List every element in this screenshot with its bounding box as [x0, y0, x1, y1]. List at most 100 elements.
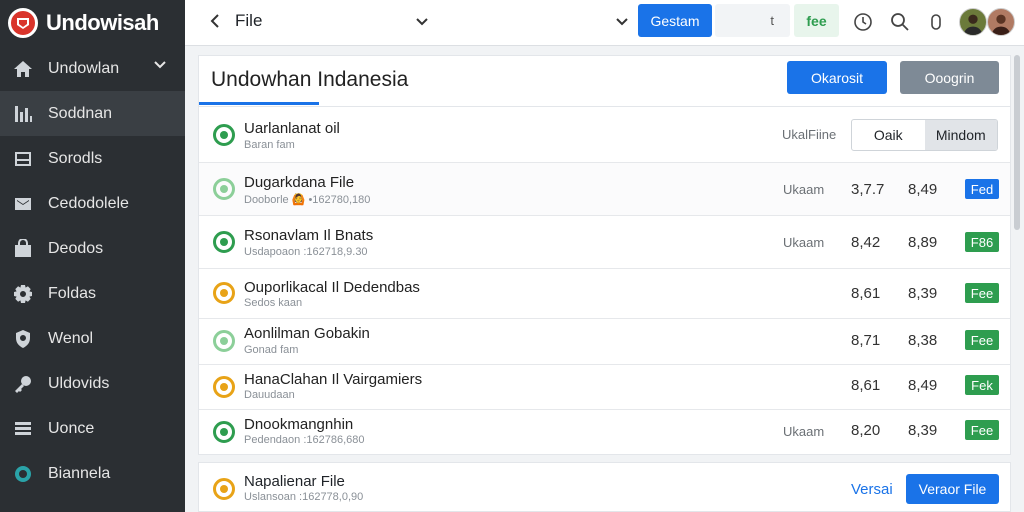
avatar[interactable] — [987, 8, 1015, 36]
sidebar-item-0[interactable]: Undowlan — [0, 46, 185, 91]
row-status: Ukaam — [783, 424, 825, 439]
versai-link[interactable]: Versai — [851, 481, 893, 498]
row-name: HanaClahan Il Vairgamiers — [244, 371, 423, 388]
inbox-icon — [12, 148, 34, 170]
circle-icon — [12, 463, 34, 485]
back-arrow-icon[interactable] — [207, 12, 225, 30]
ooogrin-button[interactable]: Ooogrin — [900, 61, 999, 94]
table-row[interactable]: Uarlanlanat oil Baran fam UkalFiine Oaik… — [199, 108, 1010, 163]
row-value-2: 8,39 — [908, 285, 938, 302]
status-dot-icon — [213, 178, 235, 200]
table-row[interactable]: Ouporlikacal Il Dedendbas Sedos kaan 8,6… — [199, 269, 1010, 319]
row-value-1: 8,61 — [851, 285, 881, 302]
sidebar-item-label: Uonce — [48, 419, 95, 437]
chevron-down-icon[interactable] — [615, 15, 629, 29]
row-sub: Sedos kaan — [244, 297, 303, 309]
sidebar-item-2[interactable]: Sorodls — [0, 136, 185, 181]
main-panel: Undowhan Indanesia Okarosit Ooogrin Uarl… — [198, 55, 1011, 455]
fee-badge[interactable]: Fek — [965, 375, 999, 395]
status-dot-icon — [213, 282, 235, 304]
chevron-down-icon — [154, 61, 166, 69]
active-tab-indicator — [199, 102, 319, 105]
status-dot-icon — [213, 330, 235, 352]
toggle-left[interactable]: Oaik — [852, 120, 925, 150]
fee-badge[interactable]: Fee — [965, 420, 999, 440]
row-name: Rsonavlam Il Bnats — [244, 227, 374, 244]
topbar: File Gestam t fee — [185, 0, 1024, 46]
row-value-1: 8,42 — [851, 234, 881, 251]
row-status: UkalFiine — [782, 127, 837, 142]
table-row[interactable]: HanaClahan Il Vairgamiers Dauudaan 8,61 … — [199, 365, 1010, 410]
veraor-file-button[interactable]: Veraor File — [906, 474, 999, 504]
sidebar-item-8[interactable]: Uonce — [0, 406, 185, 451]
divider — [199, 106, 1010, 107]
sidebar-item-5[interactable]: Foldas — [0, 271, 185, 316]
row-sub: Dooborle 🙆 •162780,180 — [244, 194, 371, 206]
fee-badge[interactable]: Fee — [965, 330, 999, 350]
row-status: Ukaam — [783, 182, 825, 197]
chevron-down-icon[interactable] — [415, 15, 429, 29]
sidebar-item-3[interactable]: Cedodolele — [0, 181, 185, 226]
table-row[interactable]: Dnookmangnhin Pedendaon :162786,680 Ukaa… — [199, 410, 1010, 455]
row-sub: Usdapoaon :162718,9.30 — [244, 246, 368, 258]
row-sub: Baran fam — [244, 139, 295, 151]
status-dot-icon — [213, 376, 235, 398]
row-name: Aonlilman Gobakin — [244, 325, 370, 342]
row-value-1: 8,71 — [851, 332, 881, 349]
chart-icon — [12, 103, 34, 125]
segment-control[interactable]: t — [715, 4, 790, 37]
avatar[interactable] — [959, 8, 987, 36]
row-value-2: 8,89 — [908, 234, 938, 251]
footer-sub: Uslansoan :162778,0,90 — [244, 491, 364, 503]
key-icon — [12, 373, 34, 395]
sidebar-item-label: Biannela — [48, 464, 111, 482]
sidebar-item-6[interactable]: Wenol — [0, 316, 185, 361]
row-name: Uarlanlanat oil — [244, 120, 340, 137]
sidebar-item-label: Sorodls — [48, 149, 103, 167]
fee-badge[interactable]: Fed — [965, 179, 999, 199]
row-name: Ouporlikacal Il Dedendbas — [244, 279, 420, 296]
okarosit-button[interactable]: Okarosit — [787, 61, 887, 94]
sidebar-item-label: Soddnan — [48, 104, 113, 122]
scrollbar[interactable] — [1014, 55, 1020, 230]
status-dot-icon — [213, 421, 235, 443]
file-label[interactable]: File — [235, 11, 262, 31]
brand[interactable]: Undowisah — [0, 0, 185, 46]
row-sub: Gonad fam — [244, 344, 299, 356]
status-dot-icon — [213, 231, 235, 253]
row-value-1: 8,20 — [851, 422, 881, 439]
view-toggle[interactable]: Oaik Mindom — [851, 119, 998, 151]
clock-icon[interactable] — [853, 12, 873, 32]
row-sub: Pedendaon :162786,680 — [244, 434, 365, 446]
sidebar-item-label: Foldas — [48, 284, 97, 302]
sidebar-item-7[interactable]: Uldovids — [0, 361, 185, 406]
sidebar-item-label: Deodos — [48, 239, 104, 257]
mail-icon — [12, 193, 34, 215]
table-row[interactable]: Aonlilman Gobakin Gonad fam 8,71 8,38 Fe… — [199, 319, 1010, 365]
fee-badge[interactable]: F86 — [965, 232, 999, 252]
primary-button[interactable]: Gestam — [638, 4, 712, 37]
sidebar-item-9[interactable]: Biannela — [0, 451, 185, 496]
status-dot-icon — [213, 124, 235, 146]
row-status: Ukaam — [783, 235, 825, 250]
sidebar-item-label: Uldovids — [48, 374, 110, 392]
footer-card[interactable]: Napalienar File Uslansoan :162778,0,90 V… — [198, 462, 1011, 512]
brand-name: Undowisah — [46, 10, 159, 35]
toggle-right[interactable]: Mindom — [924, 120, 997, 150]
sidebar-item-1[interactable]: Soddnan — [0, 91, 185, 136]
sidebar-item-4[interactable]: Deodos — [0, 226, 185, 271]
list-icon — [12, 418, 34, 440]
bell-icon[interactable] — [926, 12, 946, 32]
home-icon — [12, 58, 34, 80]
fee-tag[interactable]: fee — [794, 4, 839, 37]
sidebar-item-label: Wenol — [48, 329, 94, 347]
sidebar-item-label: Cedodolele — [48, 194, 129, 212]
table-row[interactable]: Rsonavlam Il Bnats Usdapoaon :162718,9.3… — [199, 216, 1010, 269]
status-dot-icon — [213, 478, 235, 500]
fee-badge[interactable]: Fee — [965, 283, 999, 303]
table-row[interactable]: Dugarkdana File Dooborle 🙆 •162780,180 U… — [199, 163, 1010, 216]
gear-icon — [12, 283, 34, 305]
search-icon[interactable] — [890, 12, 910, 32]
row-name: Dnookmangnhin — [244, 416, 354, 433]
shield-icon — [12, 328, 34, 350]
